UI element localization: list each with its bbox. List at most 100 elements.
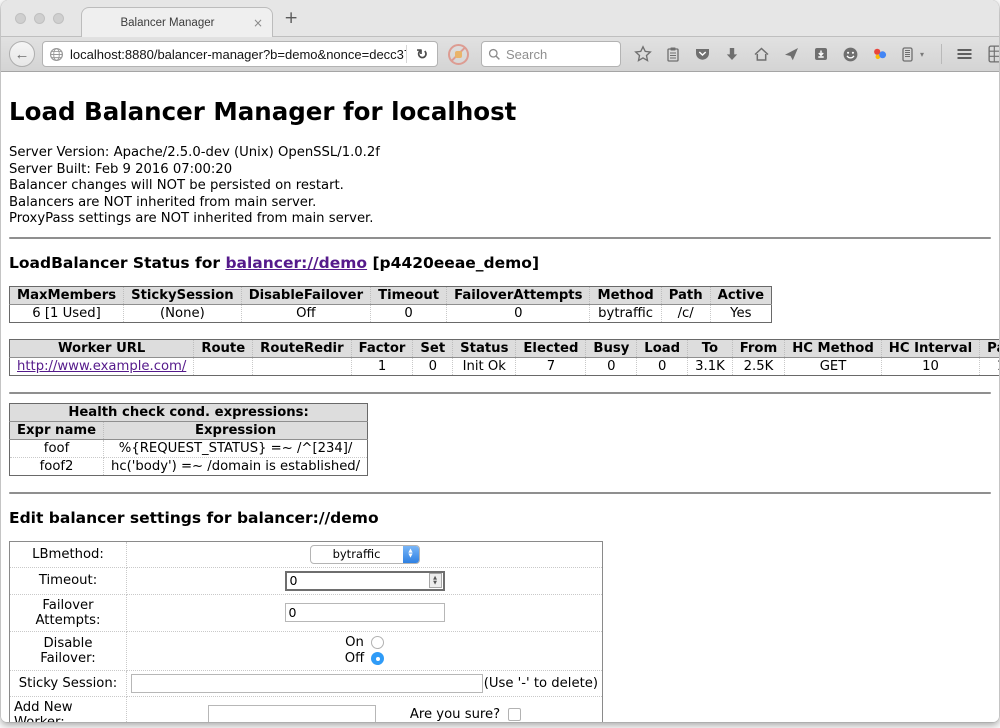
col-expr-name: Expr name bbox=[10, 421, 104, 439]
tab-title: Balancer Manager bbox=[82, 17, 253, 29]
lbmethod-row: LBmethod: bytraffic ▲▼ bbox=[10, 541, 603, 567]
col-from: From bbox=[732, 339, 784, 357]
col-hc-interval: HC Interval bbox=[881, 339, 979, 357]
cell-active: Yes bbox=[710, 304, 771, 322]
table-row: 6 [1 Used] (None) Off 0 0 bytraffic /c/ … bbox=[10, 304, 772, 322]
status-heading-prefix: LoadBalancer Status for bbox=[9, 254, 225, 272]
lbmethod-select[interactable]: bytraffic ▲▼ bbox=[310, 545, 420, 564]
cell-elected: 7 bbox=[516, 357, 586, 375]
bookmark-star-icon[interactable] bbox=[634, 45, 652, 63]
cell-hc-method: GET bbox=[785, 357, 882, 375]
health-check-title: Health check cond. expressions: bbox=[10, 403, 368, 421]
send-icon[interactable] bbox=[783, 46, 800, 62]
bookmarks-clipboard-icon[interactable] bbox=[665, 46, 681, 63]
table-header-row: MaxMembers StickySession DisableFailover… bbox=[10, 286, 772, 304]
tab-close-icon[interactable]: × bbox=[253, 16, 263, 30]
are-you-sure-checkbox[interactable] bbox=[508, 708, 521, 721]
url-text[interactable]: localhost:8880/balancer-manager?b=demo&n… bbox=[70, 47, 406, 62]
sticky-session-label: Sticky Session: bbox=[10, 670, 127, 696]
balancer-demo-link[interactable]: balancer://demo bbox=[225, 254, 367, 272]
cell-expression: %{REQUEST_STATUS} =~ /^[234]/ bbox=[104, 439, 368, 457]
server-built-line: Server Built: Feb 9 2016 07:00:20 bbox=[9, 162, 991, 179]
timeout-cell: ▲▼ bbox=[127, 567, 603, 594]
colors-extension-icon[interactable] bbox=[872, 46, 888, 62]
add-worker-input[interactable] bbox=[208, 705, 376, 722]
tab-bar: Balancer Manager × + bbox=[1, 0, 999, 36]
window-controls[interactable] bbox=[15, 13, 64, 24]
col-active: Active bbox=[710, 286, 771, 304]
url-bar[interactable]: localhost:8880/balancer-manager?b=demo&n… bbox=[42, 41, 438, 67]
tab-balancer-manager[interactable]: Balancer Manager × bbox=[81, 7, 273, 37]
server-info: Server Version: Apache/2.5.0-dev (Unix) … bbox=[9, 145, 991, 228]
worker-url-link[interactable]: http://www.example.com/ bbox=[17, 359, 186, 374]
zoom-window-button[interactable] bbox=[53, 13, 64, 24]
dropdown-caret-icon[interactable]: ▾ bbox=[920, 50, 924, 59]
col-expression: Expression bbox=[104, 421, 368, 439]
minimize-window-button[interactable] bbox=[34, 13, 45, 24]
search-bar[interactable]: Search bbox=[481, 41, 621, 67]
pocket-icon[interactable] bbox=[694, 46, 711, 62]
col-busy: Busy bbox=[586, 339, 637, 357]
cell-failoverattempts: 0 bbox=[447, 304, 590, 322]
radio-on-label: On bbox=[345, 635, 364, 651]
health-check-table: Health check cond. expressions: Expr nam… bbox=[9, 403, 368, 476]
persist-note-line: Balancer changes will NOT be persisted o… bbox=[9, 178, 991, 195]
table-row: foof2 hc('body') =~ /domain is establish… bbox=[10, 457, 368, 475]
col-elected: Elected bbox=[516, 339, 586, 357]
new-tab-button[interactable]: + bbox=[284, 8, 298, 28]
disable-failover-row: Disable Failover: On Off bbox=[10, 631, 603, 670]
cell-path: /c/ bbox=[661, 304, 710, 322]
failover-attempts-input[interactable] bbox=[285, 603, 445, 622]
select-stepper-icon: ▲▼ bbox=[403, 545, 419, 564]
worker-table: Worker URL Route RouteRedir Factor Set S… bbox=[9, 339, 999, 376]
save-page-icon[interactable] bbox=[813, 46, 829, 62]
col-disablefailover: DisableFailover bbox=[241, 286, 370, 304]
col-factor: Factor bbox=[351, 339, 413, 357]
reload-icon[interactable]: ↻ bbox=[407, 46, 437, 63]
home-icon[interactable] bbox=[753, 46, 770, 62]
timeout-input[interactable] bbox=[287, 573, 429, 588]
server-version-line: Server Version: Apache/2.5.0-dev (Unix) … bbox=[9, 145, 991, 162]
divider bbox=[9, 492, 991, 494]
cell-set: 0 bbox=[413, 357, 453, 375]
radio-on[interactable] bbox=[371, 636, 384, 649]
number-spinner-icon[interactable]: ▲▼ bbox=[429, 573, 442, 588]
col-set: Set bbox=[413, 339, 453, 357]
cell-load: 0 bbox=[637, 357, 688, 375]
col-to: To bbox=[688, 339, 733, 357]
tracking-blocked-icon[interactable] bbox=[448, 44, 469, 65]
radio-off-label: Off bbox=[345, 651, 364, 667]
col-failoverattempts: FailoverAttempts bbox=[447, 286, 590, 304]
menu-icon[interactable] bbox=[955, 46, 974, 62]
cell-expr-name: foof2 bbox=[10, 457, 104, 475]
cell-expr-name: foof bbox=[10, 439, 104, 457]
loadbalancer-status-heading: LoadBalancer Status for balancer://demo … bbox=[9, 254, 991, 272]
col-passes: Passes bbox=[980, 339, 999, 357]
disable-failover-cell: On Off bbox=[127, 631, 603, 670]
forum-smiley-icon[interactable] bbox=[842, 46, 859, 63]
status-heading-suffix: [p4420eeae_demo] bbox=[367, 254, 539, 272]
edit-settings-heading: Edit balancer settings for balancer://de… bbox=[9, 509, 991, 527]
lbmethod-label: LBmethod: bbox=[10, 541, 127, 567]
downloads-arrow-icon[interactable] bbox=[724, 46, 740, 62]
cell-stickysession: (None) bbox=[124, 304, 242, 322]
table-title-row: Health check cond. expressions: bbox=[10, 403, 368, 421]
apps-grid-icon[interactable] bbox=[987, 45, 999, 63]
cell-status: Init Ok bbox=[453, 357, 516, 375]
search-icon bbox=[488, 48, 501, 61]
col-timeout: Timeout bbox=[371, 286, 447, 304]
failover-attempts-row: Failover Attempts: bbox=[10, 594, 603, 631]
failover-attempts-cell bbox=[127, 594, 603, 631]
col-path: Path bbox=[661, 286, 710, 304]
col-routeredir: RouteRedir bbox=[253, 339, 351, 357]
cell-to: 3.1K bbox=[688, 357, 733, 375]
back-button[interactable]: ← bbox=[9, 41, 35, 67]
sticky-session-input[interactable] bbox=[131, 674, 483, 693]
col-status: Status bbox=[453, 339, 516, 357]
cell-method: bytraffic bbox=[590, 304, 661, 322]
close-window-button[interactable] bbox=[15, 13, 26, 24]
radio-off[interactable] bbox=[371, 652, 384, 665]
are-you-sure-label: Are you sure? bbox=[410, 707, 500, 722]
device-battery-icon[interactable] bbox=[901, 46, 914, 63]
cell-worker-url: http://www.example.com/ bbox=[10, 357, 194, 375]
